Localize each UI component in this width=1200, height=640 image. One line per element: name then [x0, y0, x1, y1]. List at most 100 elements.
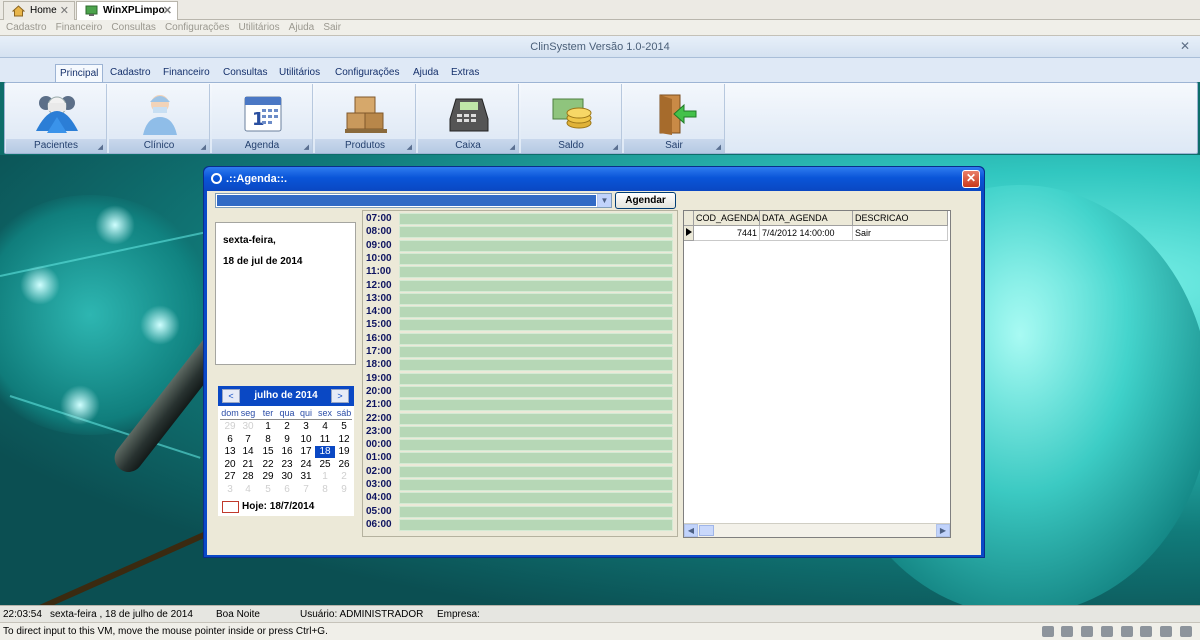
expand-icon[interactable]: ◢: [407, 143, 412, 151]
table-cell[interactable]: 7441: [694, 226, 760, 241]
slot-bar[interactable]: [399, 359, 673, 372]
ribbon-button-produtos[interactable]: Produtos ◢: [315, 84, 416, 153]
calendar-day[interactable]: 13: [220, 446, 240, 458]
today-link[interactable]: Hoje: 18/7/2014: [222, 501, 314, 514]
calendar-day[interactable]: 8: [258, 434, 278, 446]
expand-icon[interactable]: ◢: [716, 143, 721, 151]
slot-bar[interactable]: [399, 332, 673, 345]
calendar-day[interactable]: 25: [315, 459, 335, 471]
message-icon[interactable]: [1180, 626, 1192, 637]
usb-icon[interactable]: [1140, 626, 1153, 637]
prev-month-button[interactable]: <: [222, 389, 240, 403]
schedule-slot[interactable]: 07:00: [366, 213, 673, 225]
tab-extras[interactable]: Extras: [447, 64, 483, 82]
calendar-day[interactable]: 19: [334, 446, 354, 458]
slot-bar[interactable]: [399, 213, 673, 225]
tab-principal[interactable]: Principal: [55, 64, 104, 82]
vm-tab-home[interactable]: Home ✕: [3, 1, 75, 20]
scroll-right-icon[interactable]: ▶: [936, 524, 950, 537]
next-month-button[interactable]: >: [331, 389, 349, 403]
calendar-day[interactable]: 7: [296, 484, 316, 496]
calendar-day[interactable]: 6: [220, 434, 240, 446]
calendar-day[interactable]: 4: [315, 421, 335, 433]
menu-item-cadastro[interactable]: Cadastro: [0, 20, 47, 33]
sound-icon[interactable]: [1160, 626, 1173, 637]
schedule-slot[interactable]: 03:00: [366, 479, 673, 491]
slot-bar[interactable]: [399, 346, 673, 358]
tab-consultas[interactable]: Consultas: [219, 64, 271, 82]
schedule-slot[interactable]: 22:00: [366, 412, 673, 425]
chevron-down-icon[interactable]: ▼: [597, 194, 611, 207]
calendar-day[interactable]: 12: [334, 434, 354, 446]
tab-configuracoes[interactable]: Configurações: [331, 64, 403, 82]
schedule-slot[interactable]: 12:00: [366, 279, 673, 292]
schedule-slot[interactable]: 14:00: [366, 306, 673, 319]
tab-financeiro[interactable]: Financeiro: [159, 64, 214, 82]
column-header[interactable]: DESCRICAO: [853, 211, 948, 226]
hdd-icon[interactable]: [1041, 626, 1054, 637]
calendar-day[interactable]: 2: [277, 421, 297, 433]
slot-bar[interactable]: [399, 279, 673, 292]
calendar-day[interactable]: 17: [296, 446, 316, 458]
horizontal-scrollbar[interactable]: ◀ ▶: [684, 523, 950, 537]
calendar-day[interactable]: 14: [238, 446, 258, 458]
slot-bar[interactable]: [399, 226, 673, 239]
calendar-day[interactable]: 29: [220, 421, 240, 433]
calendar-day[interactable]: 6: [277, 484, 297, 496]
calendar-day[interactable]: 3: [296, 421, 316, 433]
patient-select[interactable]: ▼: [215, 193, 612, 208]
calendar-day[interactable]: 20: [220, 459, 240, 471]
display-icon[interactable]: [1081, 626, 1094, 637]
slot-bar[interactable]: [399, 399, 673, 412]
calendar-day[interactable]: 29: [258, 471, 278, 483]
vm-tab-winxplimpo[interactable]: WinXPLimpo ✕: [76, 1, 178, 20]
menu-item-sair[interactable]: Sair: [317, 20, 341, 33]
calendar-day[interactable]: 15: [258, 446, 278, 458]
calendar-day[interactable]: 30: [277, 471, 297, 483]
ribbon-button-agenda[interactable]: 1 Agenda ◢: [212, 84, 313, 153]
slot-bar[interactable]: [399, 372, 673, 385]
schedule-slot[interactable]: 19:00: [366, 372, 673, 385]
ribbon-button-sair[interactable]: Sair ◢: [624, 84, 725, 153]
slot-bar[interactable]: [399, 292, 673, 305]
expand-icon[interactable]: ◢: [510, 143, 515, 151]
schedule-slot[interactable]: 18:00: [366, 359, 673, 372]
slot-bar[interactable]: [399, 385, 673, 398]
schedule-slot[interactable]: 13:00: [366, 292, 673, 305]
slot-bar[interactable]: [399, 319, 673, 332]
calendar-day[interactable]: 16: [277, 446, 297, 458]
menu-item-consultas[interactable]: Consultas: [105, 20, 155, 33]
schedule-slot[interactable]: 11:00: [366, 266, 673, 279]
calendar-day[interactable]: 5: [334, 421, 354, 433]
slot-bar[interactable]: [399, 412, 673, 425]
schedule-slot[interactable]: 05:00: [366, 505, 673, 518]
schedule-slot[interactable]: 09:00: [366, 239, 673, 252]
schedule-slot[interactable]: 10:00: [366, 252, 673, 265]
calendar-day[interactable]: 1: [315, 471, 335, 483]
scroll-thumb[interactable]: [699, 525, 714, 536]
slot-bar[interactable]: [399, 465, 673, 478]
calendar-day[interactable]: 23: [277, 459, 297, 471]
schedule-slot[interactable]: 17:00: [366, 346, 673, 358]
slot-bar[interactable]: [399, 266, 673, 279]
calendar-day[interactable]: 27: [220, 471, 240, 483]
schedule-slot[interactable]: 04:00: [366, 492, 673, 505]
ribbon-button-clinico[interactable]: Clínico ◢: [109, 84, 210, 153]
tab-utilitarios[interactable]: Utilitários: [275, 64, 324, 82]
slot-bar[interactable]: [399, 492, 673, 505]
ribbon-button-saldo[interactable]: Saldo ◢: [521, 84, 622, 153]
expand-icon[interactable]: ◢: [98, 143, 103, 151]
printer-icon[interactable]: [1100, 626, 1113, 637]
scroll-left-icon[interactable]: ◀: [684, 524, 698, 537]
calendar-day[interactable]: 1: [258, 421, 278, 433]
calendar-day[interactable]: 18: [315, 446, 335, 458]
calendar-day[interactable]: 3: [220, 484, 240, 496]
slot-bar[interactable]: [399, 425, 673, 438]
calendar-day[interactable]: 31: [296, 471, 316, 483]
schedule-slot[interactable]: 00:00: [366, 439, 673, 452]
slot-bar[interactable]: [399, 306, 673, 319]
column-header[interactable]: COD_AGENDA: [694, 211, 760, 226]
network-icon[interactable]: [1061, 626, 1074, 637]
column-header[interactable]: DATA_AGENDA: [760, 211, 853, 226]
close-icon[interactable]: ✕: [1180, 39, 1190, 53]
